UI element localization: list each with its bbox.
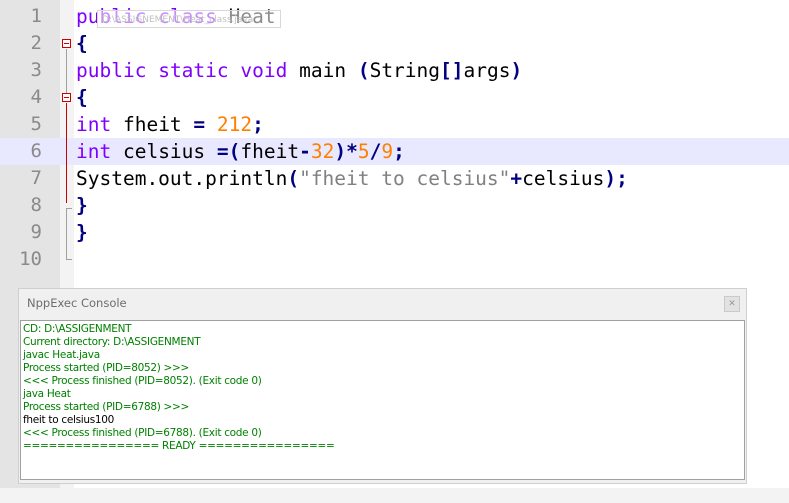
code-token: - [299,140,311,163]
code-token: int [76,140,112,163]
nppexec-console-panel[interactable]: NppExec Console ✕ CD: D:\ASSIGENMENT Curr… [18,288,747,484]
code-token: { [76,32,88,55]
code-text[interactable]: public static void main (String[]args) [76,57,522,84]
line-number: 8 [30,194,42,216]
code-line[interactable]: 10 [0,246,789,273]
code-line[interactable]: 8} [0,192,789,219]
line-number: 9 [30,221,42,243]
code-token: public [76,59,147,82]
fold-guide [66,209,67,259]
line-number: 10 [19,248,42,270]
code-token: fheit [240,140,300,163]
code-line[interactable]: 2{ [0,30,789,57]
bottom-strip [0,488,789,503]
close-icon[interactable]: ✕ [724,296,740,312]
code-line[interactable]: 3 public static void main (String[]args) [0,57,789,84]
code-line[interactable]: 9} [0,219,789,246]
console-line: Process started (PID=8052) >>> [23,362,190,374]
code-token: static [158,59,229,82]
code-text[interactable]: { [76,84,88,111]
fold-guide [66,49,67,93]
code-token: 9 [381,140,394,163]
code-token: ); [604,167,628,190]
code-text[interactable]: int fheit = 212; [76,111,264,138]
code-token: String [369,59,441,82]
code-text[interactable]: } [76,219,88,246]
console-line: <<< Process finished (PID=8052). (Exit c… [23,375,262,387]
code-text[interactable]: { [76,30,88,57]
code-line[interactable]: 6 int celsius =(fheit-32)*5/9; [0,138,789,165]
console-line: fheit to celsius100 [23,414,115,426]
code-token: )* [334,140,358,163]
code-token: =( [216,140,241,163]
code-token: int [76,113,112,136]
code-token: main [287,59,358,82]
console-line: ================ READY ================ [23,440,335,452]
code-token: + [510,167,523,190]
code-line[interactable]: 7 System.out.println("fheit to celsius"+c… [0,165,789,192]
code-token: celsius [522,167,605,190]
code-token: 5 [357,140,370,163]
code-token: ) [510,59,523,82]
console-line: Current directory: D:\ASSIGENMENT [23,336,201,348]
console-line: <<< Process finished (PID=6788). (Exit c… [23,427,262,439]
code-text[interactable]: System.out.println("fheit to celsius"+ce… [76,165,628,192]
code-token: [] [440,59,464,82]
fold-end-marker [66,259,72,260]
line-number: 7 [30,167,42,189]
console-line: CD: D:\ASSIGENMENT [23,323,132,335]
code-token: 32 [310,140,335,163]
code-token: args [463,59,511,82]
line-number: 2 [30,32,42,54]
line-number: 6 [30,140,42,162]
code-token: fheit [111,113,194,136]
code-text[interactable]: } [76,192,88,219]
console-title: NppExec Console [27,296,127,310]
code-token: / [369,140,382,163]
code-token: { [76,86,88,109]
code-line[interactable]: 5 int fheit = 212; [0,111,789,138]
console-line: java Heat [23,388,71,400]
code-token: = [193,113,206,136]
line-number: 4 [30,86,42,108]
code-token: void [240,59,288,82]
code-line[interactable]: 4{ [0,84,789,111]
code-token: celsius [111,140,217,163]
code-token: 212 [216,113,253,136]
code-text[interactable]: int celsius =(fheit-32)*5/9; [76,138,405,165]
code-token: ( [287,167,300,190]
code-token: ( [357,59,370,82]
tab-tooltip: D:\ASSIGNEMENT\Heat_class.java [97,10,281,28]
console-line: Process started (PID=6788) >>> [23,401,190,413]
code-token: } [76,221,88,244]
code-token: } [76,194,88,217]
fold-toggle-icon[interactable] [62,93,71,102]
console-line: javac Heat.java [23,349,100,361]
code-token: ; [393,140,405,163]
line-number: 1 [30,5,42,27]
code-token: System.out.println [76,167,288,190]
code-token: ; [252,113,264,136]
code-token: "fheit to celsius" [299,167,511,190]
line-number: 5 [30,113,42,135]
line-number: 3 [30,59,42,81]
fold-guide [66,103,67,203]
console-output[interactable]: CD: D:\ASSIGENMENT Current directory: D:\… [20,320,745,480]
fold-toggle-icon[interactable] [62,39,71,48]
